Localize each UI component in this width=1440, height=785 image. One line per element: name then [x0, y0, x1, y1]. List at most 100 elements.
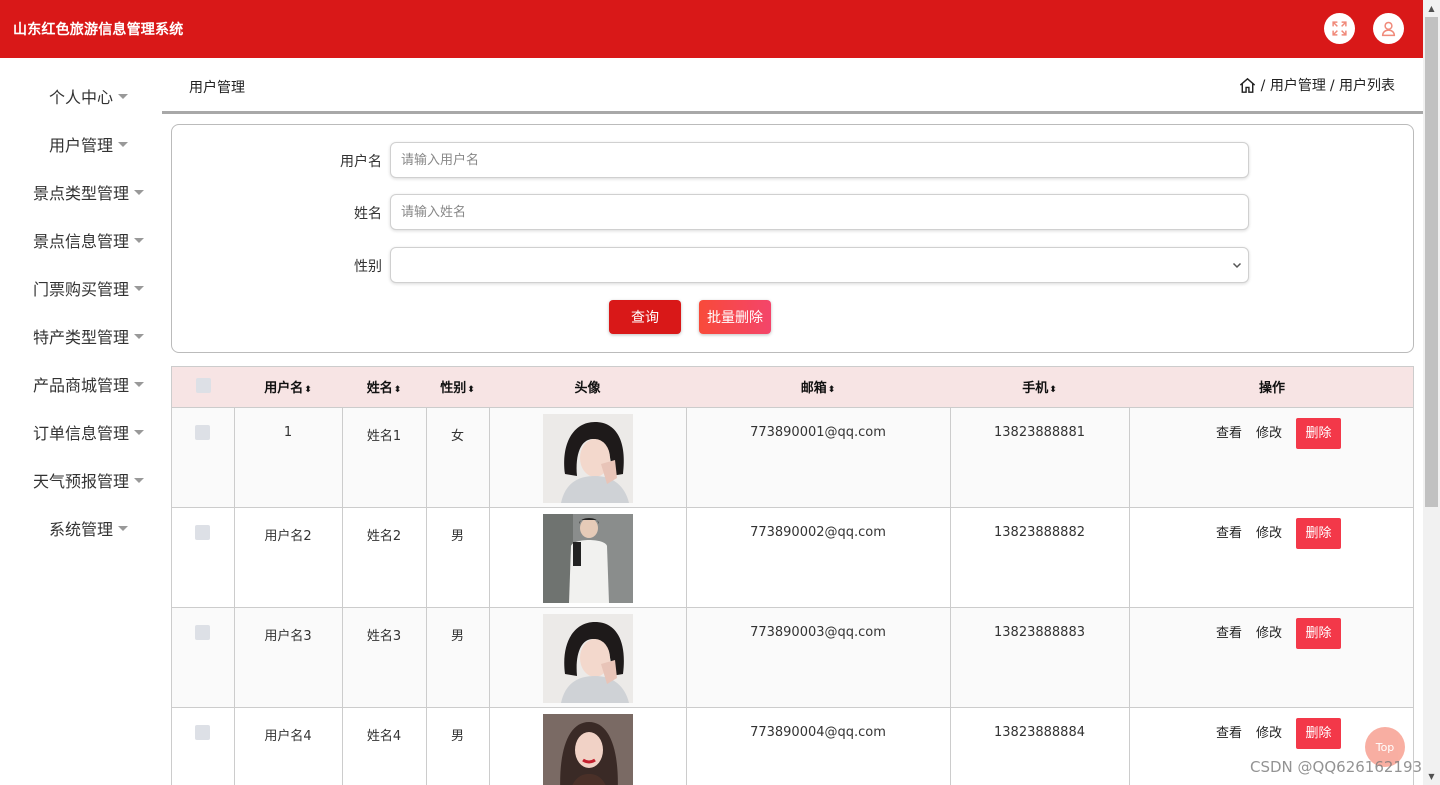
caret-down-icon: [134, 477, 144, 483]
caret-down-icon: [134, 429, 144, 435]
row-checkbox[interactable]: [195, 624, 211, 640]
name-label: 姓名: [354, 206, 382, 222]
delete-button[interactable]: 删除: [1296, 717, 1341, 749]
caret-down-icon: [134, 285, 144, 291]
column-header-avatar: 头像: [574, 381, 601, 397]
username-row: 用户名: [172, 142, 1413, 178]
avatar-male-1[interactable]: [542, 513, 633, 603]
sidebar-item-user-management[interactable]: 用户管理: [0, 120, 162, 168]
view-button[interactable]: 查看: [1216, 626, 1242, 641]
content-header: 用户管理 / 用户管理 / 用户列表: [162, 58, 1423, 114]
avatar-female-2[interactable]: [542, 713, 633, 785]
column-header-name[interactable]: 姓名⬍: [342, 367, 426, 407]
column-header-username[interactable]: 用户名⬍: [234, 367, 342, 407]
gender-row: 性别: [172, 247, 1413, 283]
caret-down-icon: [134, 381, 144, 387]
fullscreen-button[interactable]: [1324, 13, 1355, 44]
cell-email: 773890001@qq.com: [685, 406, 950, 507]
watermark: CSDN @QQ626162193: [1250, 758, 1423, 776]
scroll-up-icon[interactable]: ▲: [1423, 0, 1440, 17]
user-table-container: 用户名⬍ 姓名⬍ 性别⬍ 头像 邮箱⬍ 手机⬍ 操作 1 姓名1 女 77389…: [171, 366, 1414, 785]
avatar-female-1[interactable]: [542, 613, 633, 703]
table-row: 用户名3 姓名3 男 773890003@qq.com 13823888883 …: [172, 606, 1413, 707]
sidebar-item-mall-management[interactable]: 产品商城管理: [0, 360, 162, 408]
user-icon: [1381, 21, 1396, 37]
cell-name: 姓名3: [341, 606, 426, 707]
view-button[interactable]: 查看: [1216, 726, 1242, 741]
page-scrollbar[interactable]: ▲ ▼: [1423, 0, 1440, 785]
query-button[interactable]: 查询: [609, 300, 681, 334]
top-bar: 山东红色旅游信息管理系统: [0, 0, 1423, 58]
edit-button[interactable]: 修改: [1256, 526, 1282, 541]
name-input[interactable]: [390, 194, 1249, 230]
sidebar-item-ticket-management[interactable]: 门票购买管理: [0, 264, 162, 312]
name-row: 姓名: [172, 194, 1413, 230]
sidebar-item-personal-center[interactable]: 个人中心: [0, 72, 162, 120]
table-row: 用户名2 姓名2 男 773890002@qq.com 13823888882: [172, 506, 1413, 607]
breadcrumb: / 用户管理 / 用户列表: [1238, 75, 1395, 95]
sidebar-item-spot-info-management[interactable]: 景点信息管理: [0, 216, 162, 264]
sort-icon: ⬍: [304, 385, 312, 396]
cell-name: 姓名2: [341, 506, 426, 607]
sidebar-item-spot-type-management[interactable]: 景点类型管理: [0, 168, 162, 216]
gender-select[interactable]: [390, 247, 1249, 283]
view-button[interactable]: 查看: [1216, 426, 1242, 441]
cell-phone: 13823888883: [949, 606, 1129, 707]
table-row: 1 姓名1 女 773890001@qq.com 13823888881 查看修…: [172, 406, 1413, 507]
caret-down-icon: [134, 189, 144, 195]
sort-icon: ⬍: [1049, 385, 1057, 396]
table-header-row: 用户名⬍ 姓名⬍ 性别⬍ 头像 邮箱⬍ 手机⬍ 操作: [172, 367, 1413, 407]
sort-icon: ⬍: [393, 385, 402, 396]
search-panel: 用户名 姓名 性别 查询 批量删除: [171, 124, 1414, 353]
cell-gender: 男: [425, 506, 489, 607]
breadcrumb-item-user-management[interactable]: / 用户管理: [1261, 75, 1326, 95]
sidebar-item-specialty-type-management[interactable]: 特产类型管理: [0, 312, 162, 360]
column-header-gender[interactable]: 性别⬍: [426, 367, 489, 407]
fullscreen-icon: [1332, 21, 1347, 36]
scroll-down-icon[interactable]: ▼: [1423, 768, 1440, 785]
sort-icon: ⬍: [467, 385, 475, 396]
cell-phone: 13823888882: [949, 506, 1129, 607]
row-checkbox[interactable]: [195, 424, 211, 440]
cell-email: 773890004@qq.com: [685, 706, 950, 785]
sort-icon: ⬍: [827, 385, 836, 396]
delete-button[interactable]: 删除: [1296, 417, 1341, 449]
app-title: 山东红色旅游信息管理系统: [13, 22, 184, 38]
user-table: 用户名⬍ 姓名⬍ 性别⬍ 头像 邮箱⬍ 手机⬍ 操作 1 姓名1 女 77389…: [172, 367, 1413, 785]
sidebar-item-order-management[interactable]: 订单信息管理: [0, 408, 162, 456]
delete-button[interactable]: 删除: [1296, 617, 1341, 649]
delete-button[interactable]: 删除: [1296, 517, 1341, 549]
column-header-email[interactable]: 邮箱⬍: [686, 367, 950, 407]
page-title: 用户管理: [189, 80, 245, 96]
sidebar-item-weather-management[interactable]: 天气预报管理: [0, 456, 162, 504]
edit-button[interactable]: 修改: [1256, 626, 1282, 641]
select-all-cell: [172, 367, 234, 407]
edit-button[interactable]: 修改: [1256, 726, 1282, 741]
cell-email: 773890002@qq.com: [685, 506, 950, 607]
cell-gender: 男: [425, 706, 489, 785]
username-input[interactable]: [390, 142, 1249, 178]
breadcrumb-item-user-list: / 用户列表: [1329, 78, 1395, 94]
view-button[interactable]: 查看: [1216, 526, 1242, 541]
cell-phone: 13823888884: [949, 706, 1129, 785]
sidebar: 个人中心 用户管理 景点类型管理 景点信息管理 门票购买管理 特产类型管理 产品…: [0, 58, 162, 552]
edit-button[interactable]: 修改: [1256, 426, 1282, 441]
row-checkbox[interactable]: [195, 524, 211, 540]
user-button[interactable]: [1373, 13, 1404, 44]
avatar-female-1[interactable]: [542, 413, 633, 503]
select-all-checkbox[interactable]: [195, 378, 211, 394]
batch-delete-button[interactable]: 批量删除: [699, 300, 771, 334]
cell-email: 773890003@qq.com: [685, 606, 950, 707]
caret-down-icon: [118, 141, 128, 147]
scroll-thumb[interactable]: [1425, 17, 1438, 507]
home-icon[interactable]: [1238, 76, 1257, 95]
column-header-phone[interactable]: 手机⬍: [950, 367, 1129, 407]
row-checkbox[interactable]: [195, 724, 211, 740]
cell-name: 姓名1: [341, 406, 426, 507]
cell-gender: 女: [425, 406, 489, 507]
cell-phone: 13823888881: [949, 406, 1129, 507]
column-header-actions: 操作: [1258, 381, 1285, 397]
chevron-down-icon: [1232, 262, 1242, 269]
sidebar-item-system-management[interactable]: 系统管理: [0, 504, 162, 552]
caret-down-icon: [118, 525, 128, 531]
